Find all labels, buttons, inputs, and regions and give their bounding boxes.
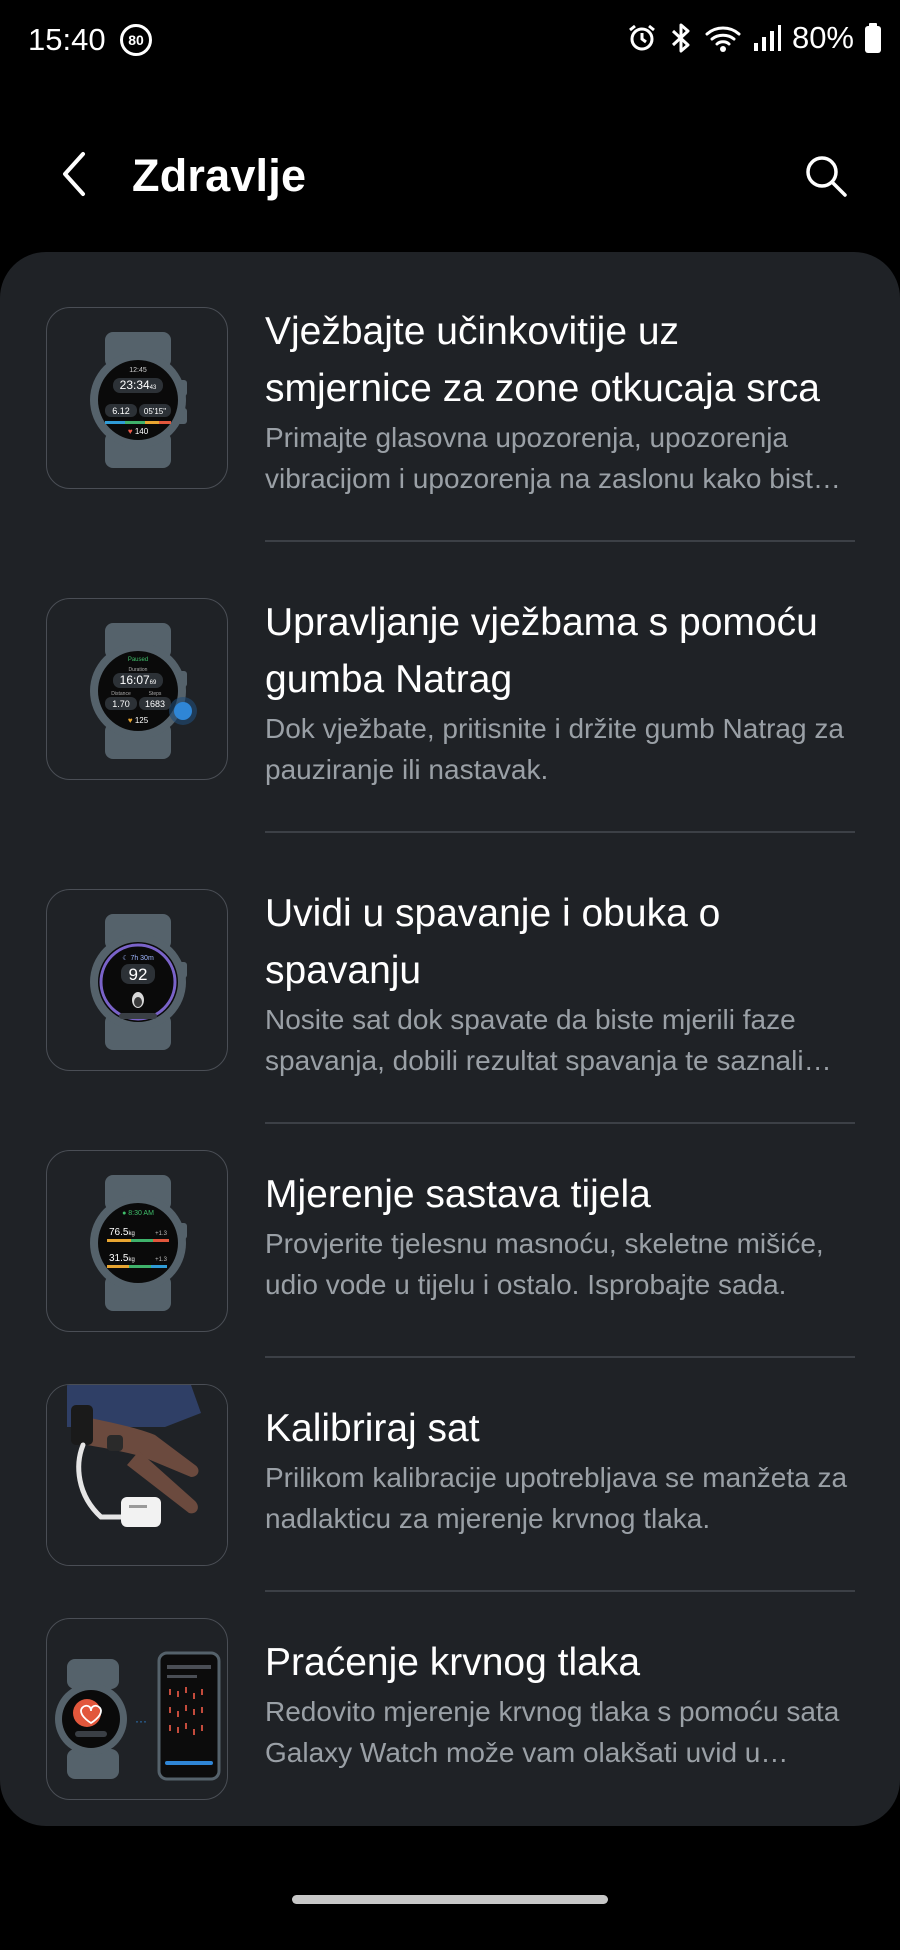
battery-percent: 80% xyxy=(791,20,854,55)
app-bar: Zdravlje xyxy=(0,120,900,230)
svg-text:6.12: 6.12 xyxy=(112,406,130,416)
bluetooth-icon xyxy=(668,22,694,54)
signal-icon xyxy=(752,23,782,53)
list-item-description: Primajte glasovna upozorenja, upozorenja… xyxy=(265,422,829,494)
svg-text:05'15": 05'15" xyxy=(144,407,166,416)
list-item-text: Mjerenje sastava tijela Provjerite tjele… xyxy=(265,1166,855,1305)
list-item-text: Vježbajte učinkovitije uz smjernice za z… xyxy=(265,303,855,499)
list-item-title: Uvidi u spavanje i obuka o spavanju xyxy=(265,892,721,992)
search-icon xyxy=(806,156,847,197)
list-item-body-composition[interactable]: ● 8:30 AM 76.5kg +1.3 31.5kg +1.3 Mjeren… xyxy=(0,1150,900,1332)
page-title: Zdravlje xyxy=(132,150,307,201)
divider xyxy=(265,831,855,833)
list-item-heart-rate-zones[interactable]: 12:45 23:3443 6.12 05'15" ♥ 140 Vježbajt… xyxy=(0,307,900,542)
list-item-title: Vježbajte učinkovitije uz smjernice za z… xyxy=(265,310,820,410)
search-button[interactable] xyxy=(796,146,856,206)
list-item-calibrate-watch[interactable]: Kalibriraj sat Prilikom kalibracije upot… xyxy=(0,1384,900,1566)
svg-text:1.70: 1.70 xyxy=(112,699,130,709)
back-button-control-thumbnail: Paused Duration 16:0769 Distance Steps 1… xyxy=(46,598,228,780)
health-features-list: 12:45 23:3443 6.12 05'15" ♥ 140 Vježbajt… xyxy=(0,252,900,1826)
divider xyxy=(265,1590,855,1592)
list-item-back-button-control[interactable]: Paused Duration 16:0769 Distance Steps 1… xyxy=(0,598,900,833)
calibrate-watch-thumbnail xyxy=(46,1384,228,1566)
svg-text:Paused: Paused xyxy=(128,657,148,663)
status-icons: 80% xyxy=(626,20,882,56)
notification-count-badge: 80 xyxy=(120,24,152,56)
blood-pressure-thumbnail: ··· xyxy=(46,1618,228,1800)
list-item-description: Dok vježbate, pritisnite i držite gumb N… xyxy=(265,713,844,785)
list-item-text: Uvidi u spavanje i obuka o spavanju Nosi… xyxy=(265,885,855,1081)
list-item-title: Mjerenje sastava tijela xyxy=(265,1173,651,1216)
svg-text:Steps: Steps xyxy=(149,691,162,697)
heart-rate-zones-thumbnail: 12:45 23:3443 6.12 05'15" ♥ 140 xyxy=(46,307,228,489)
list-item-title: Kalibriraj sat xyxy=(265,1407,480,1450)
home-indicator[interactable] xyxy=(292,1895,608,1904)
list-item-description: Provjerite tjelesnu masnoću, skeletne mi… xyxy=(265,1228,824,1300)
alarm-icon xyxy=(626,22,658,54)
svg-text:+1.3: +1.3 xyxy=(155,1231,168,1237)
svg-text:♥ 140: ♥ 140 xyxy=(128,427,149,436)
list-item-text: Praćenje krvnog tlaka Redovito mjerenje … xyxy=(265,1634,855,1773)
status-bar: 15:40 80 80% xyxy=(0,0,900,84)
svg-text:12:45: 12:45 xyxy=(129,367,147,374)
svg-text:···: ··· xyxy=(135,1714,147,1728)
svg-text:☾ 7h 30m: ☾ 7h 30m xyxy=(122,955,154,962)
battery-icon xyxy=(864,22,882,54)
list-item-description: Prilikom kalibracije upotrebljava se man… xyxy=(265,1462,848,1534)
list-item-text: Kalibriraj sat Prilikom kalibracije upot… xyxy=(265,1400,855,1539)
list-item-description: Redovito mjerenje krvnog tlaka s pomoću … xyxy=(265,1696,840,1768)
svg-text:92: 92 xyxy=(129,965,148,984)
svg-text:● 8:30 AM: ● 8:30 AM xyxy=(122,1210,154,1217)
list-item-blood-pressure-tracking[interactable]: ··· Praćenje krvnog tlaka Redovito mjere… xyxy=(0,1618,900,1800)
back-button[interactable] xyxy=(46,146,102,202)
svg-text:♥ 125: ♥ 125 xyxy=(128,716,149,725)
divider xyxy=(265,540,855,542)
wifi-icon xyxy=(704,23,742,53)
svg-text:1683: 1683 xyxy=(145,699,165,709)
list-item-description: Nosite sat dok spavate da biste mjerili … xyxy=(265,1004,804,1076)
list-item-title: Praćenje krvnog tlaka xyxy=(265,1641,641,1684)
list-item-text: Upravljanje vježbama s pomoću gumba Natr… xyxy=(265,594,855,790)
divider xyxy=(265,1356,855,1358)
svg-text:+1.3: +1.3 xyxy=(155,1257,168,1263)
list-item-title: Upravljanje vježbama s pomoću gumba Natr… xyxy=(265,601,818,701)
svg-text:Distance: Distance xyxy=(111,691,131,697)
list-item-sleep-insights[interactable]: ☾ 7h 30m 92 Uvidi u spavanje i obuka o s… xyxy=(0,889,900,1124)
sleep-insights-thumbnail: ☾ 7h 30m 92 xyxy=(46,889,228,1071)
body-composition-thumbnail: ● 8:30 AM 76.5kg +1.3 31.5kg +1.3 xyxy=(46,1150,228,1332)
divider xyxy=(265,1122,855,1124)
status-time: 15:40 xyxy=(28,22,106,57)
back-arrow-icon xyxy=(63,152,85,196)
